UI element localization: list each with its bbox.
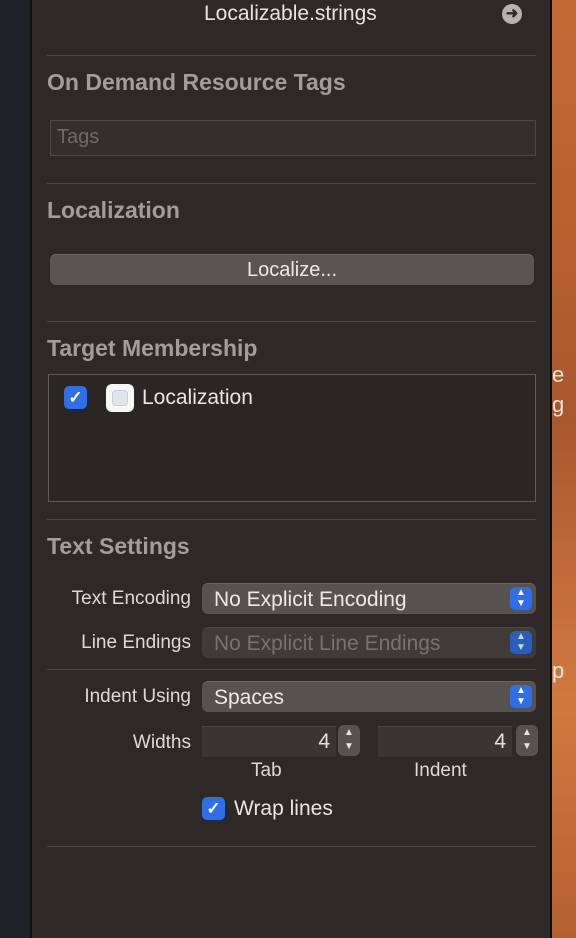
- tab-label: Tab: [251, 760, 282, 781]
- left-editor-strip: [0, 0, 30, 938]
- indent-using-select[interactable]: Spaces ▲ ▼: [202, 681, 536, 712]
- line-endings-label: Line Endings: [81, 632, 191, 653]
- indent-label: Indent: [414, 760, 467, 781]
- wrap-lines-checkbox[interactable]: ✓: [202, 797, 225, 820]
- chevron-up-down-icon: ▲ ▼: [510, 587, 532, 610]
- target-name: Localization: [142, 386, 253, 409]
- tab-width-stepper[interactable]: ▲ ▼: [338, 725, 360, 756]
- indent-width-field[interactable]: 4: [378, 726, 512, 757]
- section-title-on-demand: On Demand Resource Tags: [47, 69, 346, 95]
- desktop-background: e g p: [552, 0, 576, 938]
- text-encoding-label: Text Encoding: [71, 588, 191, 609]
- indent-width-stepper[interactable]: ▲ ▼: [516, 725, 538, 756]
- arrow-right-circle-icon[interactable]: ➜: [502, 4, 522, 24]
- file-name: Localizable.strings: [204, 2, 377, 25]
- section-title-text-settings: Text Settings: [47, 533, 190, 559]
- text-encoding-select[interactable]: No Explicit Encoding ▲ ▼: [202, 583, 536, 614]
- divider: [47, 183, 536, 184]
- indent-using-label: Indent Using: [84, 686, 191, 707]
- wrap-lines-label: Wrap lines: [234, 797, 333, 820]
- divider: [47, 55, 536, 56]
- line-endings-select: No Explicit Line Endings ▲ ▼: [202, 627, 536, 658]
- divider: [47, 669, 536, 670]
- background-text-fragment: e: [552, 362, 565, 387]
- background-text-fragment: p: [552, 658, 565, 683]
- text-encoding-value: No Explicit Encoding: [214, 588, 407, 611]
- target-checkbox[interactable]: ✓: [64, 386, 87, 409]
- localize-button[interactable]: Localize...: [50, 254, 534, 285]
- widths-label: Widths: [132, 732, 191, 753]
- app-target-icon: [106, 384, 134, 412]
- chevron-up-down-icon: ▲ ▼: [510, 631, 532, 654]
- indent-using-value: Spaces: [214, 686, 285, 709]
- divider: [47, 321, 536, 322]
- background-text-fragment: g: [552, 392, 565, 417]
- section-title-target-membership: Target Membership: [47, 335, 258, 361]
- section-title-localization: Localization: [47, 197, 180, 223]
- divider: [47, 846, 536, 847]
- tags-input[interactable]: Tags: [50, 120, 536, 156]
- chevron-up-down-icon: ▲ ▼: [510, 685, 532, 708]
- line-endings-value: No Explicit Line Endings: [214, 632, 441, 655]
- divider: [47, 519, 536, 520]
- tab-width-field[interactable]: 4: [202, 726, 336, 757]
